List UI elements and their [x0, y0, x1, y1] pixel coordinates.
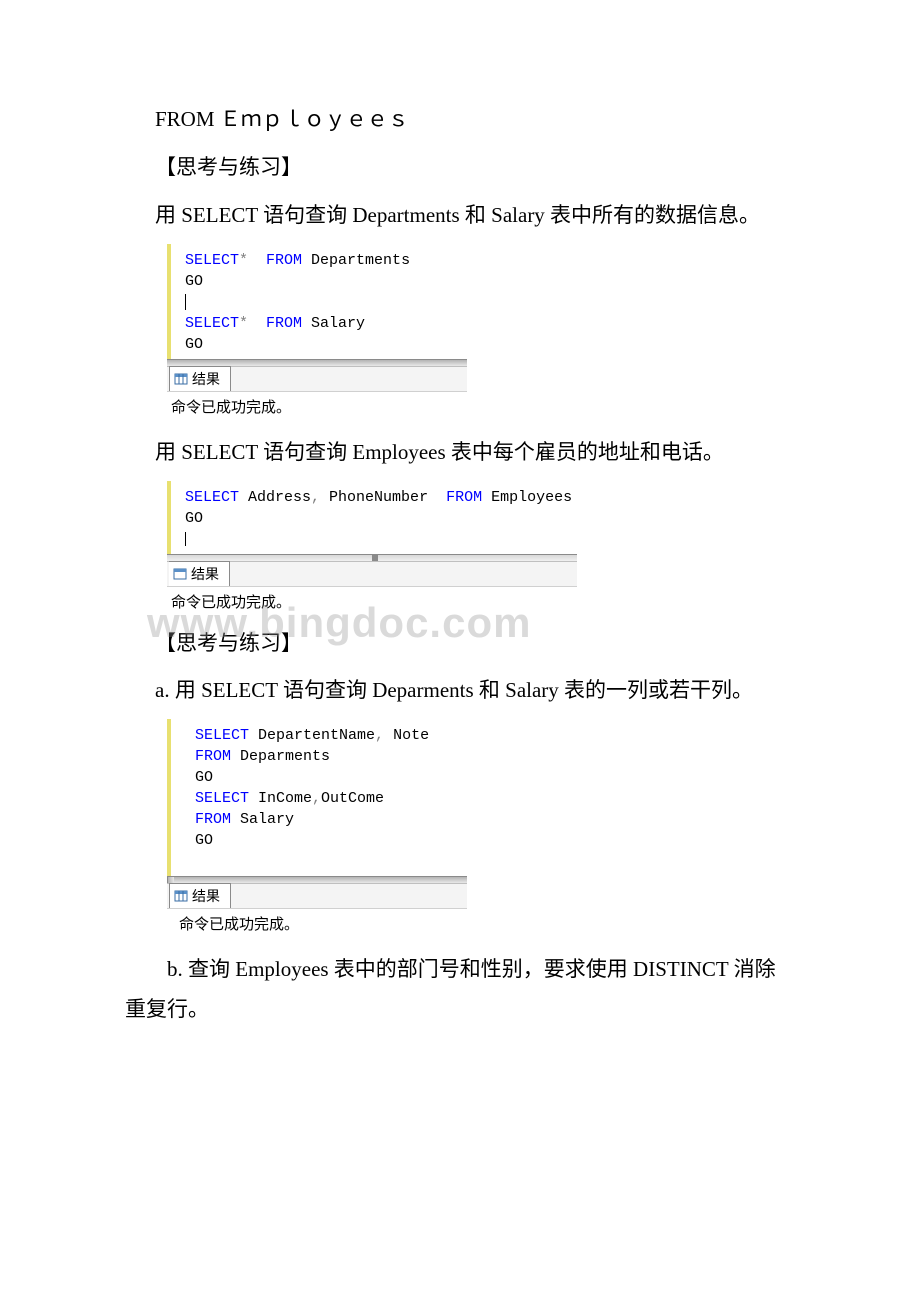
results-icon — [174, 372, 188, 386]
kw-go: GO — [185, 510, 203, 527]
tab-results-label: 结果 — [192, 886, 220, 906]
kw-from: FROM — [248, 315, 302, 332]
kw-from: FROM — [195, 748, 231, 765]
horizontal-scrollbar[interactable] — [167, 359, 467, 366]
keyword-from: FROM — [155, 107, 215, 131]
sql-screenshot-1: SELECT* FROM Departments GO SELECT* FROM… — [167, 244, 467, 419]
kw-from: FROM — [248, 252, 302, 269]
results-icon — [173, 567, 187, 581]
op-comma: , — [375, 727, 384, 744]
ident-note: Note — [384, 727, 429, 744]
tab-results[interactable]: 结果 — [169, 883, 231, 908]
paragraph-1: 用 SELECT 语句查询 Departments 和 Salary 表中所有的… — [125, 196, 795, 236]
kw-select: SELECT — [195, 790, 249, 807]
ident-employees: Employees — [482, 489, 572, 506]
paragraph-4: b. 查询 Employees 表中的部门号和性别，要求使用 DISTINCT … — [125, 950, 795, 1030]
table-name-employees: Ｅｍｐｌｏｙｅｅｓ — [220, 107, 409, 131]
results-tabbar: 结果 — [167, 561, 577, 586]
tab-results[interactable]: 结果 — [169, 366, 231, 391]
kw-select: SELECT — [185, 315, 239, 332]
kw-select: SELECT — [195, 727, 249, 744]
scroll-handle-icon — [372, 555, 378, 561]
ident-address: Address — [239, 489, 311, 506]
ident-income: InCome — [249, 790, 312, 807]
sql-code-area-2: SELECT Address, PhoneNumber FROM Employe… — [167, 481, 577, 554]
sql-screenshot-2: SELECT Address, PhoneNumber FROM Employe… — [167, 481, 577, 614]
status-message: 命令已成功完成。 — [167, 908, 467, 936]
scroll-left-cap — [167, 877, 174, 883]
paragraph-3: a. 用 SELECT 语句查询 Deparments 和 Salary 表的一… — [125, 671, 795, 711]
sql-code-area-3: SELECT DepartentName, Note FROM Deparmen… — [167, 719, 467, 876]
ident-deparments: Deparments — [231, 748, 330, 765]
ident-departentname: DepartentName — [249, 727, 375, 744]
op-star: * — [239, 252, 248, 269]
code-line-from-employees: FROM Ｅｍｐｌｏｙｅｅｓ — [125, 100, 795, 140]
tab-results[interactable]: 结果 — [169, 561, 230, 586]
kw-from: FROM — [195, 811, 231, 828]
kw-go: GO — [185, 336, 203, 353]
ident-salary: Salary — [231, 811, 294, 828]
tab-results-label: 结果 — [191, 564, 219, 584]
paragraph-2: 用 SELECT 语句查询 Employees 表中每个雇员的地址和电话。 — [125, 433, 795, 473]
status-message: 命令已成功完成。 — [167, 586, 577, 614]
sql-code-area-1: SELECT* FROM Departments GO SELECT* FROM… — [167, 244, 467, 359]
cursor-caret — [185, 294, 186, 311]
results-tabbar: 结果 — [167, 366, 467, 391]
heading-think-practice-2: 【思考与练习】 — [125, 624, 795, 664]
ident-salary: Salary — [302, 315, 365, 332]
results-tabbar: 结果 — [167, 883, 467, 908]
sql-screenshot-3: SELECT DepartentName, Note FROM Deparmen… — [167, 719, 467, 936]
op-comma: , — [312, 790, 321, 807]
results-icon — [174, 889, 188, 903]
ident-departments: Departments — [302, 252, 410, 269]
op-star: * — [239, 315, 248, 332]
tab-results-label: 结果 — [192, 369, 220, 389]
kw-go: GO — [195, 832, 213, 849]
kw-from: FROM — [446, 489, 482, 506]
cursor-caret — [185, 531, 186, 548]
status-message: 命令已成功完成。 — [167, 391, 467, 419]
op-comma: , — [311, 489, 320, 506]
kw-go: GO — [195, 769, 213, 786]
heading-think-practice-1: 【思考与练习】 — [125, 148, 795, 188]
kw-go: GO — [185, 273, 203, 290]
ident-outcome: OutCome — [321, 790, 384, 807]
ident-phonenumber: PhoneNumber — [320, 489, 446, 506]
document-page: FROM Ｅｍｐｌｏｙｅｅｓ 【思考与练习】 用 SELECT 语句查询 Dep… — [0, 0, 920, 1118]
kw-select: SELECT — [185, 252, 239, 269]
kw-select: SELECT — [185, 489, 239, 506]
horizontal-scrollbar[interactable] — [167, 876, 467, 883]
horizontal-scrollbar[interactable] — [167, 554, 577, 561]
